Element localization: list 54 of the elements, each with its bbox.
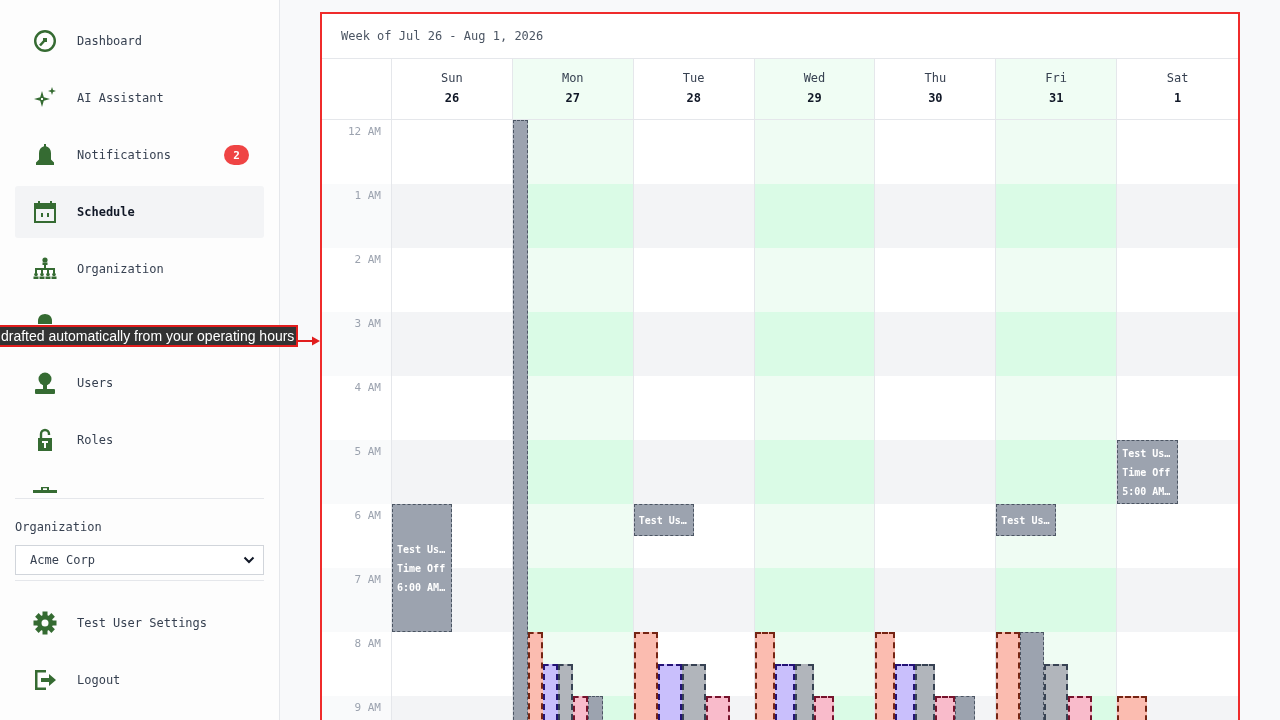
settings-icon [33, 611, 57, 635]
nav-item[interactable]: Schedule [15, 186, 264, 238]
hour-label: 8 AM [354, 637, 381, 650]
shift-event[interactable] [633, 632, 658, 720]
chevron-down-icon [243, 556, 255, 564]
hour-label: 6 AM [354, 509, 381, 522]
hour-label: 9 AM [354, 701, 381, 714]
shift-event[interactable] [754, 632, 775, 720]
day-name: Sat [1166, 70, 1189, 86]
day-date: 1 [1173, 90, 1182, 106]
briefcase-icon [33, 487, 57, 493]
user-icon [33, 371, 57, 395]
shift-event[interactable] [875, 632, 896, 720]
organization-select[interactable]: Acme Corp [15, 545, 264, 575]
notification-badge: 2 [224, 145, 249, 165]
hour-label: 12 AM [347, 125, 381, 138]
day-date: 29 [807, 90, 822, 106]
org-chart-icon [33, 257, 57, 281]
gauge-icon [33, 29, 57, 53]
pointer-arrow [298, 336, 321, 346]
day-name: Tue [682, 70, 705, 86]
day-date: 28 [686, 90, 701, 106]
nav-item[interactable]: Notifications 2 [15, 129, 264, 181]
nav-item[interactable]: Test User Settings [15, 597, 264, 649]
time-off-event[interactable] [1020, 632, 1045, 720]
logout-icon [33, 668, 57, 692]
nav-item[interactable]: Logout [15, 654, 264, 706]
nav-item[interactable]: Users [15, 357, 264, 409]
nav-item[interactable]: Organization [15, 243, 264, 295]
hour-label: 2 AM [354, 253, 381, 266]
field-label: Organization [15, 519, 102, 535]
day-name: Mon [561, 70, 584, 86]
bell-icon [33, 143, 57, 167]
day-date: 30 [928, 90, 943, 106]
hour-label: 4 AM [354, 381, 381, 394]
day-date: 31 [1049, 90, 1064, 106]
day-name: Thu [924, 70, 947, 86]
hour-label: 3 AM [354, 317, 381, 330]
day-name: Fri [1045, 70, 1068, 86]
day-date: 27 [565, 90, 580, 106]
hour-label: 7 AM [354, 573, 381, 586]
nav-item[interactable]: AI Assistant [15, 72, 264, 124]
calendar-title: Week of Jul 26 - Aug 1, 2026 [341, 29, 544, 43]
nav-item[interactable]: Roles [15, 414, 264, 466]
calendar-icon [33, 200, 57, 224]
shift-event[interactable] [527, 632, 543, 720]
day-date: 26 [444, 90, 460, 106]
nav-item[interactable]: Dashboard [15, 15, 264, 67]
hour-label: 1 AM [354, 189, 381, 202]
hour-label: 5 AM [354, 445, 381, 458]
shift-event[interactable] [996, 632, 1021, 720]
day-name: Sun [441, 70, 463, 86]
day-name: Wed [803, 70, 826, 86]
tour-tooltip: drafted automatically from your operating hours [0, 325, 299, 347]
